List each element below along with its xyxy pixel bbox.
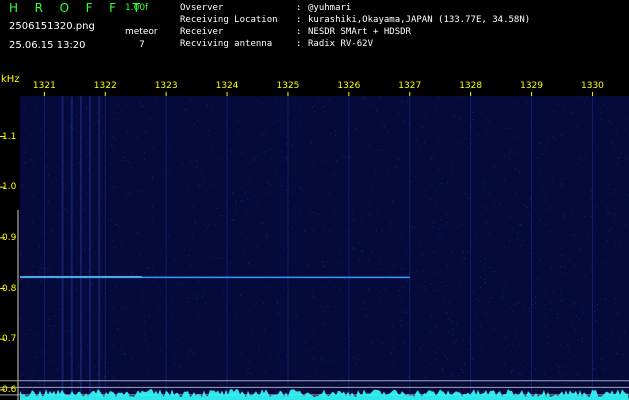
y-tick-label: 0.7 bbox=[2, 334, 17, 345]
x-tick-label: 1325 bbox=[276, 81, 300, 91]
y-tick-label: 0.8 bbox=[2, 283, 17, 294]
y-axis-unit: kHz bbox=[1, 74, 20, 85]
x-tick-label: 1328 bbox=[459, 81, 483, 91]
y-tick-label: 0.9 bbox=[2, 232, 17, 243]
hrofft-window: H R O F F T 1.00f 2506151320.png 25.06.1… bbox=[0, 0, 629, 400]
x-tick-label: 1330 bbox=[581, 81, 604, 91]
x-tick-label: 1324 bbox=[215, 81, 239, 91]
y-tick-label: 1.1 bbox=[2, 131, 17, 142]
y-tick-label: 0.6 bbox=[2, 384, 17, 395]
x-tick-label: 1329 bbox=[520, 81, 543, 91]
x-tick-label: 1322 bbox=[93, 81, 117, 91]
x-tick-label: 1327 bbox=[398, 81, 422, 91]
x-tick-label: 1326 bbox=[337, 81, 361, 91]
x-tick-label: 1321 bbox=[32, 81, 56, 91]
x-tick-label: 1323 bbox=[154, 81, 178, 91]
spectrogram-background bbox=[20, 96, 629, 400]
spectrogram-plot bbox=[0, 92, 629, 400]
y-tick-label: 1.0 bbox=[2, 182, 17, 193]
